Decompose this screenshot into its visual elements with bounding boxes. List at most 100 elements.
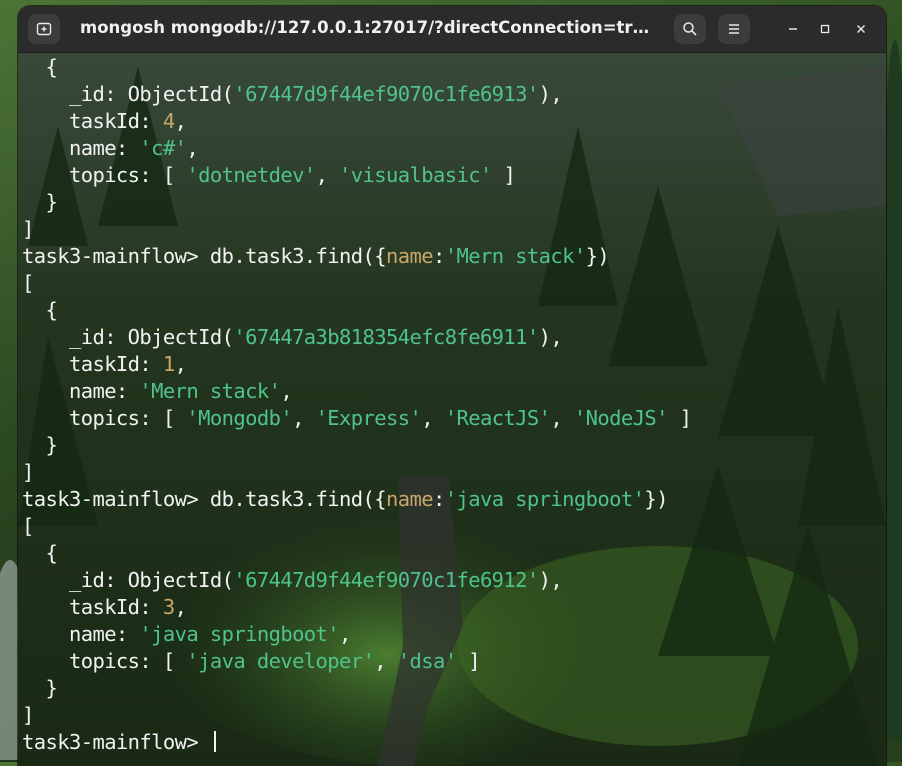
terminal-line: { [22, 54, 882, 81]
code-text: , [339, 622, 351, 646]
shell-prompt: task3-mainflow> [22, 730, 210, 754]
code-text: topics: [ [22, 649, 187, 673]
string-literal: 'dsa' [397, 649, 457, 673]
hamburger-menu-icon [729, 24, 739, 34]
code-text: task3-mainflow> db.task3.find({ [22, 487, 387, 511]
terminal-line: } [22, 189, 882, 216]
code-text: ), [538, 82, 563, 106]
search-button[interactable] [674, 14, 706, 44]
text-cursor [213, 731, 216, 752]
minimize-button[interactable] [780, 16, 806, 42]
string-literal: 'Mern stack' [444, 244, 587, 268]
code-text: taskId: [22, 595, 163, 619]
terminal-line: taskId: 1, [22, 351, 882, 378]
title-bar: mongosh mongodb://127.0.0.1:27017/?direc… [18, 6, 886, 53]
string-literal: 'Express' [315, 406, 422, 430]
terminal-line: task3-mainflow> db.task3.find({name:'jav… [22, 486, 882, 513]
code-text: topics: [ [22, 406, 187, 430]
terminal-line: { [22, 297, 882, 324]
string-literal: 'dotnetdev' [186, 163, 316, 187]
menu-button[interactable] [718, 14, 750, 44]
code-text: ] [456, 649, 480, 673]
code-text: } [22, 190, 58, 214]
code-text: ] [22, 460, 34, 484]
code-text: , [374, 649, 398, 673]
code-text: topics: [ [22, 163, 187, 187]
minimize-icon [789, 28, 797, 30]
code-text: taskId: [22, 109, 163, 133]
code-text: : [432, 487, 445, 511]
code-text: [ [22, 514, 34, 538]
string-literal: 'NodeJS' [573, 406, 669, 430]
new-tab-button[interactable] [28, 14, 60, 44]
code-text: name: [22, 136, 140, 160]
string-literal: 'java springboot' [139, 622, 340, 646]
prompt-line[interactable]: task3-mainflow> [22, 729, 882, 756]
code-text: ] [22, 703, 34, 727]
string-literal: 'Mern stack' [139, 379, 281, 403]
code-text: }) [585, 244, 610, 268]
terminal-line: ] [22, 702, 882, 729]
string-literal: '67447a3b818354efc8fe6911' [233, 325, 539, 349]
code-text: { [22, 298, 58, 322]
code-text: } [22, 676, 58, 700]
terminal-line: topics: [ 'Mongodb', 'Express', 'ReactJS… [22, 405, 882, 432]
code-text: , [174, 352, 187, 376]
string-literal: '67447d9f44ef9070c1fe6912' [233, 568, 539, 592]
string-literal: 'ReactJS' [444, 406, 551, 430]
terminal-window: mongosh mongodb://127.0.0.1:27017/?direc… [18, 6, 886, 766]
terminal-line: [ [22, 270, 882, 297]
terminal-line: _id: ObjectId('67447d9f44ef9070c1fe6913'… [22, 81, 882, 108]
close-button[interactable] [848, 16, 874, 42]
close-icon [857, 25, 865, 33]
code-text: } [22, 433, 58, 457]
code-text: ] [667, 406, 692, 430]
terminal-line: task3-mainflow> db.task3.find({name:'Mer… [22, 243, 882, 270]
code-text: _id: ObjectId( [22, 325, 234, 349]
code-text: , [315, 163, 340, 187]
code-text: ), [538, 325, 563, 349]
code-text: , [421, 406, 445, 430]
code-text: name: [22, 379, 140, 403]
code-text: _id: ObjectId( [22, 82, 234, 106]
value-token: 3 [162, 595, 175, 619]
value-token: 1 [162, 352, 175, 376]
string-literal: 'java developer' [186, 649, 375, 673]
terminal-line: taskId: 4, [22, 108, 882, 135]
terminal-line: name: 'java springboot', [22, 621, 882, 648]
code-text: ), [538, 568, 563, 592]
maximize-icon [820, 24, 830, 34]
code-text: ] [22, 217, 34, 241]
code-text: { [22, 55, 58, 79]
string-literal: 'Mongodb' [186, 406, 293, 430]
code-text: name: [22, 622, 140, 646]
terminal-line: topics: [ 'dotnetdev', 'visualbasic' ] [22, 162, 882, 189]
terminal-line: topics: [ 'java developer', 'dsa' ] [22, 648, 882, 675]
terminal-line: ] [22, 459, 882, 486]
terminal-line: _id: ObjectId('67447d9f44ef9070c1fe6912'… [22, 567, 882, 594]
window-title: mongosh mongodb://127.0.0.1:27017/?direc… [80, 18, 660, 37]
value-token: 4 [162, 109, 175, 133]
terminal-line: name: 'c#', [22, 135, 882, 162]
code-text: , [292, 406, 316, 430]
code-text: _id: ObjectId( [22, 568, 234, 592]
code-text: taskId: [22, 352, 163, 376]
code-text: task3-mainflow> db.task3.find({ [22, 244, 387, 268]
terminal-line: [ [22, 513, 882, 540]
terminal-output[interactable]: { _id: ObjectId('67447d9f44ef9070c1fe691… [22, 54, 882, 756]
search-icon [683, 22, 697, 36]
new-tab-icon [36, 22, 52, 36]
terminal-line: taskId: 3, [22, 594, 882, 621]
terminal-line: { [22, 540, 882, 567]
terminal-line: } [22, 432, 882, 459]
code-text: , [280, 379, 293, 403]
terminal-line: name: 'Mern stack', [22, 378, 882, 405]
terminal-line: } [22, 675, 882, 702]
maximize-button[interactable] [812, 16, 838, 42]
code-text: , [186, 136, 199, 160]
string-literal: 'java springboot' [444, 487, 645, 511]
string-literal: 'c#' [139, 136, 187, 160]
code-text: }) [644, 487, 668, 511]
code-text: , [174, 595, 187, 619]
string-literal: '67447d9f44ef9070c1fe6913' [233, 82, 539, 106]
